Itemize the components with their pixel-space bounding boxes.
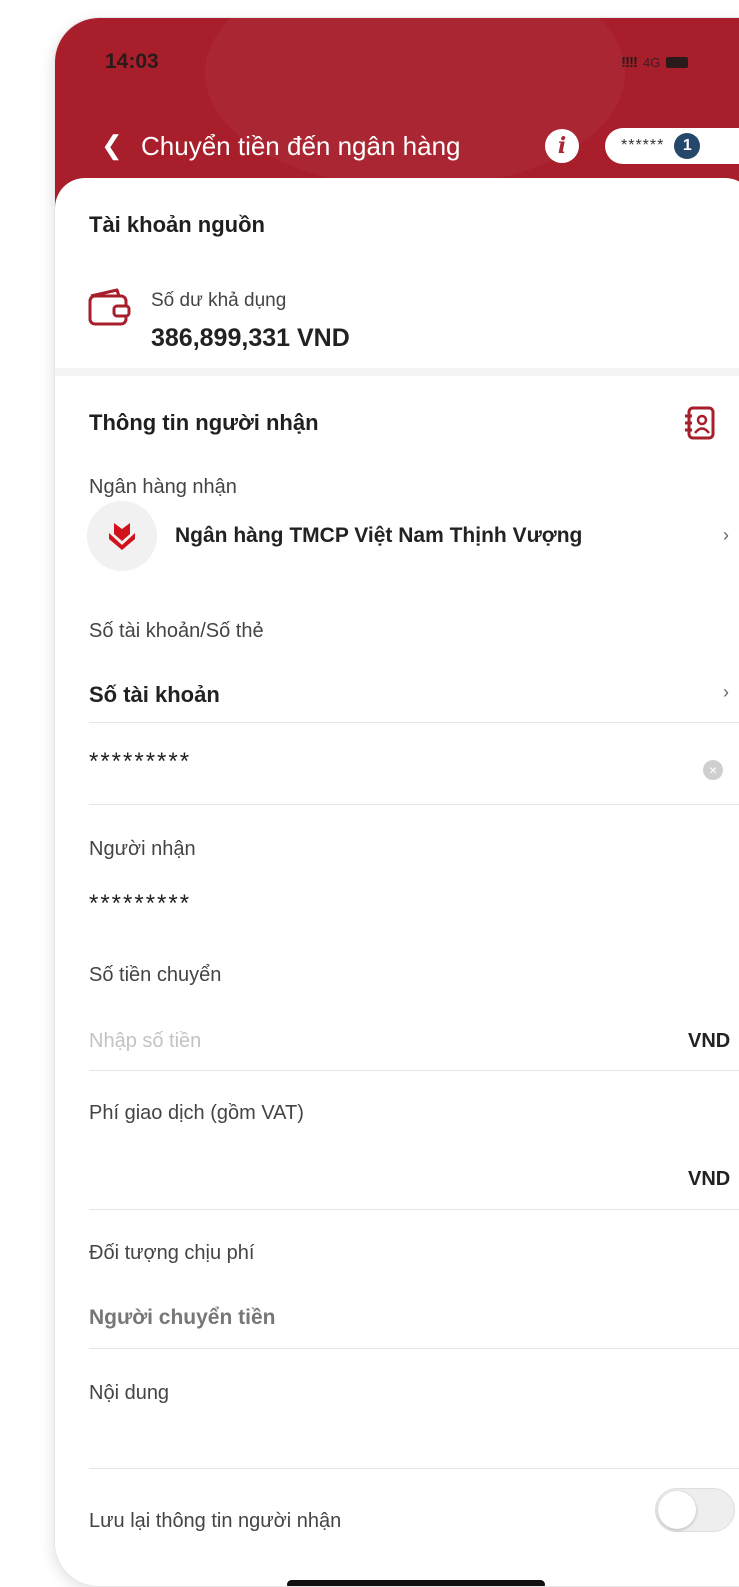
contact-book-icon[interactable] [683, 406, 717, 440]
home-indicator [287, 1580, 545, 1586]
toggle-knob [658, 1491, 696, 1529]
account-index-badge: 1 [674, 133, 701, 159]
fee-payer-label: Đối tượng chịu phí [89, 1242, 255, 1264]
account-number-input[interactable]: ********* [89, 748, 191, 776]
divider [89, 1468, 739, 1469]
battery-icon [666, 57, 689, 68]
back-chevron-icon[interactable]: ❮ [101, 130, 123, 160]
save-recipient-label: Lưu lại thông tin người nhận [89, 1510, 342, 1532]
bank-chevron-right-icon[interactable]: › [723, 525, 729, 546]
divider [89, 1209, 739, 1210]
save-recipient-toggle[interactable] [655, 1488, 735, 1532]
divider [89, 804, 739, 805]
info-icon[interactable]: i [545, 129, 579, 163]
account-selector[interactable]: ****** 1 [605, 128, 739, 164]
content-label: Nội dung [89, 1382, 170, 1404]
page-title: Chuyển tiền đến ngân hàng [141, 131, 461, 161]
status-time: 14:03 [105, 50, 159, 73]
account-type-value[interactable]: Số tài khoản [89, 682, 220, 708]
bank-logo [87, 501, 157, 571]
transfer-form: Tài khoản nguồn Số dư khả dụng 386,899,3… [55, 178, 739, 1586]
account-type-label: Số tài khoản/Số thẻ [89, 620, 264, 642]
recipient-name-value: ********* [89, 890, 192, 917]
fee-payer-value[interactable]: Người chuyển tiền [89, 1306, 276, 1330]
bank-name[interactable]: Ngân hàng TMCP Việt Nam Thịnh Vượng [175, 524, 582, 548]
section-separator [55, 368, 739, 376]
signal-icon: !!!! [621, 54, 638, 71]
source-section-title: Tài khoản nguồn [89, 212, 265, 237]
divider [89, 1070, 739, 1071]
content-input[interactable] [89, 1418, 739, 1462]
amount-label: Số tiền chuyển [89, 964, 222, 986]
balance-value: 386,899,331 VND [151, 324, 350, 352]
amount-input[interactable]: Nhập số tiền [89, 1030, 201, 1053]
amount-currency: VND [688, 1030, 731, 1052]
divider [89, 722, 739, 723]
recipient-section-title: Thông tin người nhận [89, 410, 319, 435]
nav-bar: ❮ Chuyển tiền đến ngân hàng i ****** 1 [55, 124, 739, 174]
account-mask: ****** [621, 137, 665, 154]
fee-currency: VND [688, 1168, 731, 1190]
wallet-icon [88, 288, 131, 326]
phone-screen: 14:03 !!!! 4G ❮ Chuyển tiền đến ngân hàn… [55, 18, 739, 1586]
fee-label: Phí giao dịch (gồm VAT) [89, 1102, 304, 1124]
clear-input-icon[interactable]: × [703, 760, 723, 780]
network-type: 4G [642, 55, 661, 70]
bank-label: Ngân hàng nhận [89, 476, 237, 498]
divider [89, 1348, 739, 1349]
recipient-name-label: Người nhận [89, 838, 196, 860]
status-indicators: !!!! 4G [621, 54, 689, 71]
bank-logo-icon [109, 523, 135, 550]
balance-label: Số dư khả dụng [151, 290, 287, 311]
account-type-chevron-icon[interactable]: › [723, 682, 729, 703]
